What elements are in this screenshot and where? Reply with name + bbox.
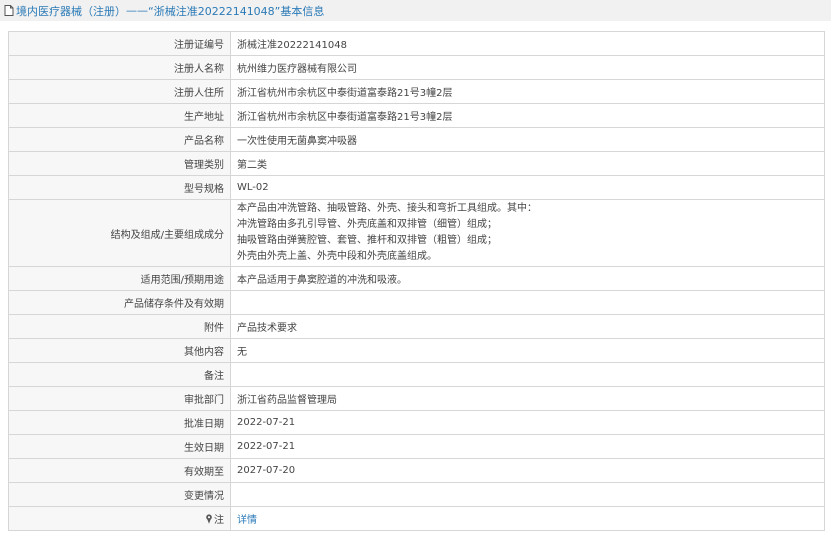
table-row: 适用范围/预期用途 本产品适用于鼻窦腔道的冲洗和吸液。 (8, 266, 825, 291)
row-label: 适用范围/预期用途 (8, 266, 231, 291)
table-row: 管理类别 第二类 (8, 151, 825, 176)
row-value: 2022-07-21 (230, 434, 825, 459)
row-label: 生产地址 (8, 103, 231, 128)
row-value: 2022-07-21 (230, 410, 825, 435)
row-label: 型号规格 (8, 175, 231, 200)
table-row: 型号规格 WL-02 (8, 175, 825, 200)
table-row: 产品名称 一次性使用无菌鼻窦冲吸器 (8, 127, 825, 152)
row-label: 附件 (8, 314, 231, 339)
table-row-note: 注 详情 (8, 506, 825, 531)
row-value: 杭州维力医疗器械有限公司 (230, 55, 825, 80)
table-row: 产品储存条件及有效期 (8, 290, 825, 315)
row-value: 2027-07-20 (230, 458, 825, 483)
table-row: 注册人住所 浙江省杭州市余杭区中泰街道富泰路21号3幢2层 (8, 79, 825, 104)
page-header: 境内医疗器械（注册） —— “浙械注准20222141048”基本信息 (0, 0, 831, 21)
row-label: 注册证编号 (8, 31, 231, 56)
row-value: 浙江省药品监督管理局 (230, 386, 825, 411)
table-row: 附件 产品技术要求 (8, 314, 825, 339)
pin-icon (206, 514, 212, 524)
table-row: 其他内容 无 (8, 338, 825, 363)
row-value: 浙江省杭州市余杭区中泰街道富泰路21号3幢2层 (230, 103, 825, 128)
table-row: 生效日期 2022-07-21 (8, 434, 825, 459)
row-value: 浙江省杭州市余杭区中泰街道富泰路21号3幢2层 (230, 79, 825, 104)
info-table: 注册证编号 浙械注准20222141048 注册人名称 杭州维力医疗器械有限公司… (8, 31, 825, 531)
row-value (230, 362, 825, 387)
structure-line: 外壳由外壳上盖、外壳中段和外壳底盖组成。 (237, 251, 437, 262)
row-label: 其他内容 (8, 338, 231, 363)
row-label: 产品储存条件及有效期 (8, 290, 231, 315)
note-label-cell: 注 (8, 506, 231, 531)
row-label: 有效期至 (8, 458, 231, 483)
row-label: 注册人住所 (8, 79, 231, 104)
structure-line: 本产品由冲洗管路、抽吸管路、外壳、接头和弯折工具组成。其中： (237, 203, 537, 214)
row-label: 审批部门 (8, 386, 231, 411)
row-label: 结构及组成/主要组成成分 (8, 199, 231, 267)
details-link[interactable]: 详情 (237, 515, 257, 526)
table-row: 有效期至 2027-07-20 (8, 458, 825, 483)
row-label: 管理类别 (8, 151, 231, 176)
structure-line: 冲洗管路由多孔引导管、外壳底盖和双排管（细管）组成； (237, 219, 497, 230)
info-table-container: 注册证编号 浙械注准20222141048 注册人名称 杭州维力医疗器械有限公司… (8, 31, 825, 531)
row-label: 变更情况 (8, 482, 231, 507)
row-label: 注册人名称 (8, 55, 231, 80)
table-row: 批准日期 2022-07-21 (8, 410, 825, 435)
note-value-cell: 详情 (230, 506, 825, 531)
structure-line: 抽吸管路由弹簧腔管、套管、推杆和双排管（粗管）组成； (237, 235, 497, 246)
row-value: 一次性使用无菌鼻窦冲吸器 (230, 127, 825, 152)
row-label: 生效日期 (8, 434, 231, 459)
row-value: 第二类 (230, 151, 825, 176)
row-value: 产品技术要求 (230, 314, 825, 339)
table-row: 注册人名称 杭州维力医疗器械有限公司 (8, 55, 825, 80)
row-value: WL-02 (230, 175, 825, 200)
document-icon (4, 5, 14, 16)
row-value: 本产品适用于鼻窦腔道的冲洗和吸液。 (230, 266, 825, 291)
row-value (230, 482, 825, 507)
breadcrumb-separator: —— (126, 4, 148, 17)
note-label: 注 (214, 515, 224, 526)
table-row-structure: 结构及组成/主要组成成分 本产品由冲洗管路、抽吸管路、外壳、接头和弯折工具组成。… (8, 199, 825, 267)
row-value-multiline: 本产品由冲洗管路、抽吸管路、外壳、接头和弯折工具组成。其中： 冲洗管路由多孔引导… (230, 199, 825, 267)
table-row: 审批部门 浙江省药品监督管理局 (8, 386, 825, 411)
row-label: 批准日期 (8, 410, 231, 435)
table-row: 变更情况 (8, 482, 825, 507)
table-row: 生产地址 浙江省杭州市余杭区中泰街道富泰路21号3幢2层 (8, 103, 825, 128)
table-row: 备注 (8, 362, 825, 387)
page-title: “浙械注准20222141048”基本信息 (148, 4, 325, 18)
row-label: 产品名称 (8, 127, 231, 152)
row-label: 备注 (8, 362, 231, 387)
breadcrumb[interactable]: 境内医疗器械（注册） (16, 3, 126, 19)
row-value: 无 (230, 338, 825, 363)
row-value (230, 290, 825, 315)
table-row: 注册证编号 浙械注准20222141048 (8, 31, 825, 56)
row-value: 浙械注准20222141048 (230, 31, 825, 56)
